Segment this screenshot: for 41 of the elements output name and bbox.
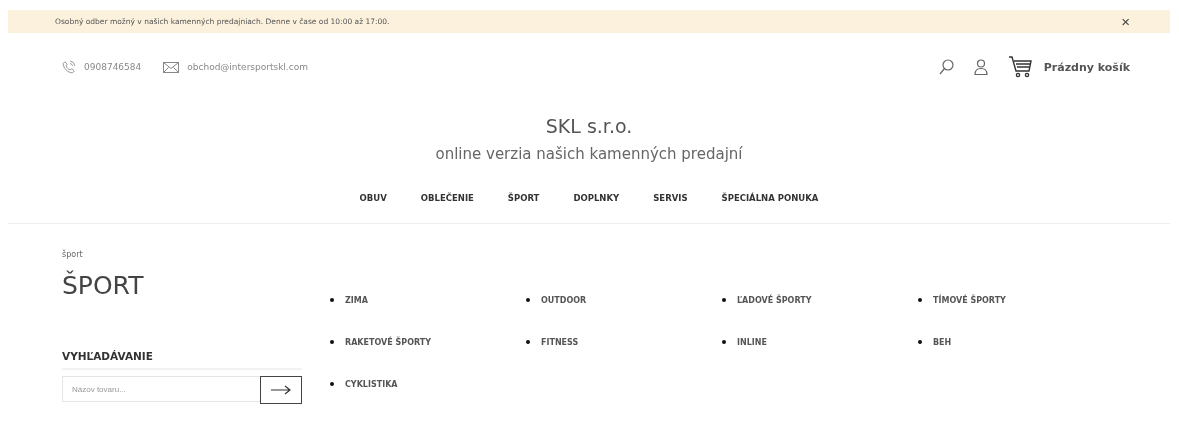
email-address: obchod@intersportskl.com [187, 62, 308, 72]
bullet-icon [722, 340, 726, 344]
cart-link[interactable]: Prázdny košík [1043, 60, 1130, 74]
search-submit-button[interactable] [260, 376, 302, 404]
search-heading: VYHĽADÁVANIE [62, 350, 302, 370]
close-button[interactable]: × [1121, 14, 1130, 29]
nav-link[interactable]: DOPLNKY [573, 193, 620, 203]
nav-link[interactable]: OBUV [359, 193, 387, 203]
bullet-icon [330, 298, 334, 302]
breadcrumb[interactable]: šport [62, 250, 302, 259]
bullet-icon [330, 340, 334, 344]
bullet-icon [722, 298, 726, 302]
category-link[interactable]: ZIMA [345, 295, 368, 305]
category-link[interactable]: BEH [933, 337, 952, 347]
nav-link[interactable]: ŠPECIÁLNA PONUKA [721, 193, 819, 203]
arrow-right-icon [271, 385, 291, 395]
page-heading: ŠPORT [62, 271, 145, 300]
category-link[interactable]: INLINE [737, 337, 767, 347]
category-link[interactable]: TÍMOVÉ ŠPORTY [933, 295, 1006, 305]
site-title: SKL s.r.o. [545, 115, 633, 137]
user-icon[interactable] [973, 59, 988, 75]
search-icon[interactable] [938, 59, 954, 75]
mail-icon [163, 61, 180, 73]
bullet-icon [918, 298, 922, 302]
bullet-icon [526, 340, 530, 344]
site-subtitle: online verzia našich kamenných predajní [435, 145, 743, 163]
phone-number: 0908746584 [84, 62, 142, 72]
nav-link[interactable]: ŠPORT [507, 193, 540, 203]
bullet-icon [918, 340, 922, 344]
phone-icon [62, 60, 76, 74]
cart-icon[interactable] [1007, 56, 1032, 78]
category-link[interactable]: ĽADOVÉ ŠPORTY [737, 295, 812, 305]
search-field[interactable]: Názov tovaru... [62, 376, 260, 402]
nav-link[interactable]: SERVIS [653, 193, 688, 203]
category-link[interactable]: RAKETOVÉ ŠPORTY [345, 337, 431, 347]
category-link[interactable]: OUTDOOR [541, 295, 587, 305]
bullet-icon [526, 298, 530, 302]
category-link[interactable]: FITNESS [541, 337, 579, 347]
category-link[interactable]: CYKLISTIKA [345, 379, 398, 389]
nav-link[interactable]: OBLEČENIE [420, 193, 474, 203]
bullet-icon [330, 382, 334, 386]
